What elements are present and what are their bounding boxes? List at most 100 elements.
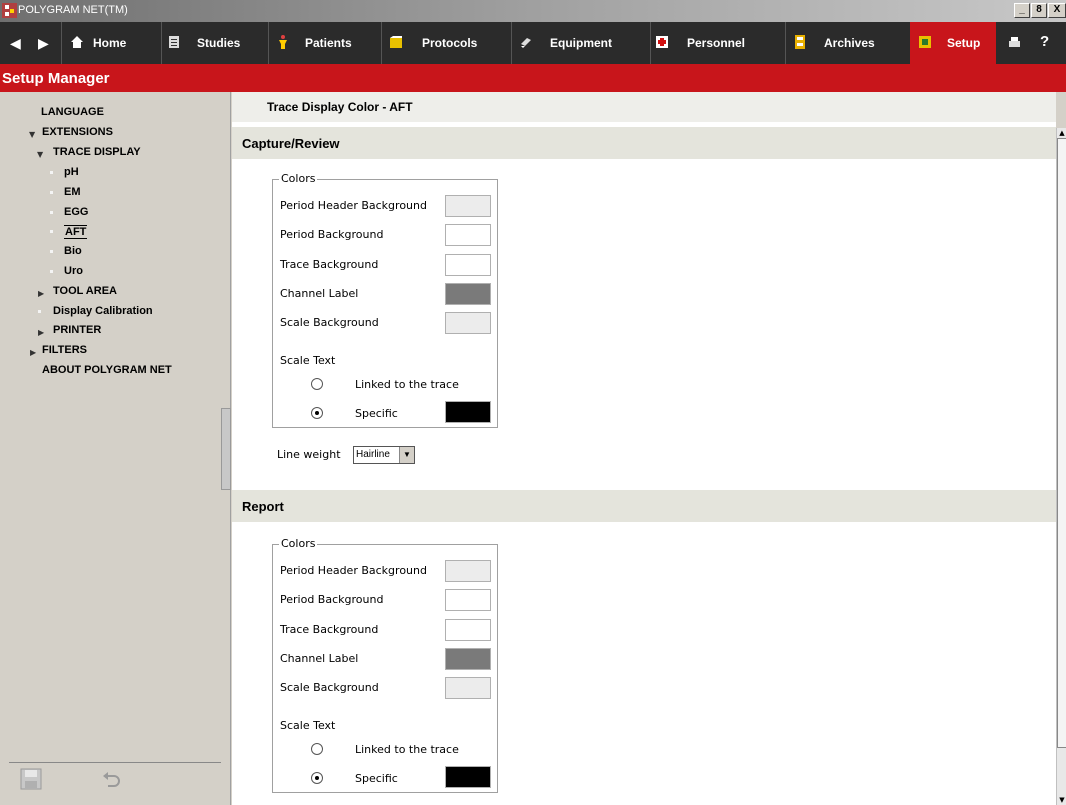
linked-to-trace-radio[interactable] bbox=[311, 378, 323, 390]
chevron-down-icon[interactable]: ▼ bbox=[399, 447, 414, 463]
line-weight-value: Hairline bbox=[356, 449, 390, 460]
forward-arrow-icon[interactable]: ▶ bbox=[38, 36, 49, 52]
row-label: Period Header Background bbox=[280, 564, 427, 577]
toolbar-divider bbox=[161, 22, 162, 64]
nav-label: Setup bbox=[947, 36, 981, 50]
scale-text-specific-swatch[interactable] bbox=[445, 766, 491, 788]
row-label: Scale Background bbox=[280, 316, 379, 329]
undo-icon[interactable] bbox=[100, 768, 122, 790]
section-header-report: Report bbox=[232, 490, 1056, 522]
row-label: Scale Background bbox=[280, 681, 379, 694]
sidebar-splitter-handle[interactable] bbox=[221, 408, 231, 490]
nav-personnel[interactable]: Personnel bbox=[655, 22, 785, 64]
expanded-triangle-icon[interactable]: ▼ bbox=[37, 150, 43, 159]
page-title: Setup Manager bbox=[2, 70, 110, 87]
nav-protocols[interactable]: Protocols bbox=[389, 22, 509, 64]
scale-bg-swatch[interactable] bbox=[445, 312, 491, 334]
channel-label-swatch[interactable] bbox=[445, 283, 491, 305]
print-icon[interactable] bbox=[1007, 35, 1022, 50]
row-label: Period Background bbox=[280, 593, 384, 606]
save-icon[interactable] bbox=[20, 768, 42, 790]
scale-bg-swatch[interactable] bbox=[445, 677, 491, 699]
sidebar-item-about[interactable]: ABOUT POLYGRAM NET bbox=[42, 364, 172, 376]
scale-text-label: Scale Text bbox=[280, 719, 336, 732]
leaf-bullet-icon bbox=[50, 270, 53, 273]
vertical-scrollbar[interactable]: ▲ ▼ bbox=[1056, 128, 1066, 805]
scroll-down-icon[interactable]: ▼ bbox=[1057, 795, 1066, 805]
sidebar-item-filters[interactable]: FILTERS bbox=[42, 344, 87, 356]
home-icon bbox=[71, 36, 83, 48]
row-label: Trace Background bbox=[280, 258, 379, 271]
row-label: Trace Background bbox=[280, 623, 379, 636]
line-weight-label: Line weight bbox=[277, 448, 341, 461]
personnel-icon bbox=[656, 36, 668, 48]
nav-label: Equipment bbox=[550, 36, 612, 50]
radio-label: Linked to the trace bbox=[355, 378, 459, 391]
leaf-bullet-icon bbox=[50, 211, 53, 214]
sidebar-item-em[interactable]: EM bbox=[64, 186, 81, 198]
period-bg-swatch[interactable] bbox=[445, 589, 491, 611]
period-header-bg-swatch[interactable] bbox=[445, 195, 491, 217]
back-arrow-icon[interactable]: ◀ bbox=[10, 36, 21, 52]
toolbar-divider bbox=[381, 22, 382, 64]
sidebar-item-trace-display[interactable]: TRACE DISPLAY bbox=[53, 146, 141, 158]
sidebar-item-aft[interactable]: AFT bbox=[64, 225, 88, 239]
equipment-icon bbox=[521, 38, 531, 48]
toolbar-divider bbox=[268, 22, 269, 64]
collapsed-triangle-icon[interactable]: ▶ bbox=[30, 348, 36, 357]
line-weight-select[interactable]: Hairline ▼ bbox=[353, 446, 415, 464]
expanded-triangle-icon[interactable]: ▼ bbox=[29, 130, 35, 139]
nav-label: Home bbox=[93, 36, 127, 50]
nav-equipment[interactable]: Equipment bbox=[519, 22, 649, 64]
nav-archives[interactable]: Archives bbox=[793, 22, 905, 64]
nav-setup[interactable]: Setup bbox=[910, 22, 996, 64]
maximize-button[interactable]: 8 bbox=[1031, 3, 1047, 18]
collapsed-triangle-icon[interactable]: ▶ bbox=[38, 328, 44, 337]
scrollbar-thumb[interactable] bbox=[1057, 138, 1066, 748]
nav-studies[interactable]: Studies bbox=[167, 22, 267, 64]
close-button[interactable]: X bbox=[1048, 3, 1066, 18]
scale-text-specific-swatch[interactable] bbox=[445, 401, 491, 423]
sidebar: LANGUAGE ▼ EXTENSIONS ▼ TRACE DISPLAY pH… bbox=[0, 92, 231, 805]
sidebar-item-extensions[interactable]: EXTENSIONS bbox=[42, 126, 113, 138]
row-label: Period Background bbox=[280, 228, 384, 241]
panel-title-bar: Trace Display Color - AFT bbox=[232, 92, 1056, 122]
sidebar-item-printer[interactable]: PRINTER bbox=[53, 324, 101, 336]
colors-groupbox-capture: Colors Period Header Background Period B… bbox=[272, 172, 498, 428]
leaf-bullet-icon bbox=[50, 191, 53, 194]
help-icon[interactable]: ? bbox=[1040, 33, 1049, 50]
section-title: Capture/Review bbox=[242, 136, 340, 151]
sidebar-item-bio[interactable]: Bio bbox=[64, 245, 82, 257]
app-icon bbox=[2, 3, 17, 18]
period-bg-swatch[interactable] bbox=[445, 224, 491, 246]
trace-bg-swatch[interactable] bbox=[445, 254, 491, 276]
sidebar-item-egg[interactable]: EGG bbox=[64, 206, 88, 218]
radio-label: Specific bbox=[355, 407, 398, 420]
specific-radio[interactable] bbox=[311, 407, 323, 419]
nav-home[interactable]: Home bbox=[70, 22, 160, 64]
row-label: Period Header Background bbox=[280, 199, 427, 212]
protocols-icon bbox=[390, 36, 402, 48]
minimize-button[interactable]: _ bbox=[1014, 3, 1030, 18]
nav-patients[interactable]: Patients bbox=[276, 22, 386, 64]
channel-label-swatch[interactable] bbox=[445, 648, 491, 670]
patients-icon bbox=[279, 35, 287, 49]
groupbox-label: Colors bbox=[279, 172, 318, 185]
trace-bg-swatch[interactable] bbox=[445, 619, 491, 641]
sidebar-item-display-calibration[interactable]: Display Calibration bbox=[53, 305, 153, 317]
sidebar-item-tool-area[interactable]: TOOL AREA bbox=[53, 285, 117, 297]
period-header-bg-swatch[interactable] bbox=[445, 560, 491, 582]
nav-label: Patients bbox=[305, 36, 352, 50]
scale-text-label: Scale Text bbox=[280, 354, 336, 367]
radio-label: Specific bbox=[355, 772, 398, 785]
sidebar-item-ph[interactable]: pH bbox=[64, 166, 79, 178]
sidebar-item-language[interactable]: LANGUAGE bbox=[41, 106, 104, 118]
linked-to-trace-radio[interactable] bbox=[311, 743, 323, 755]
archives-icon bbox=[795, 35, 805, 49]
scroll-up-icon[interactable]: ▲ bbox=[1057, 128, 1066, 138]
collapsed-triangle-icon[interactable]: ▶ bbox=[38, 289, 44, 298]
radio-label: Linked to the trace bbox=[355, 743, 459, 756]
app-window: POLYGRAM NET(TM) _ 8 X ◀ ▶ Home Studies … bbox=[0, 0, 1066, 805]
specific-radio[interactable] bbox=[311, 772, 323, 784]
sidebar-item-uro[interactable]: Uro bbox=[64, 265, 83, 277]
